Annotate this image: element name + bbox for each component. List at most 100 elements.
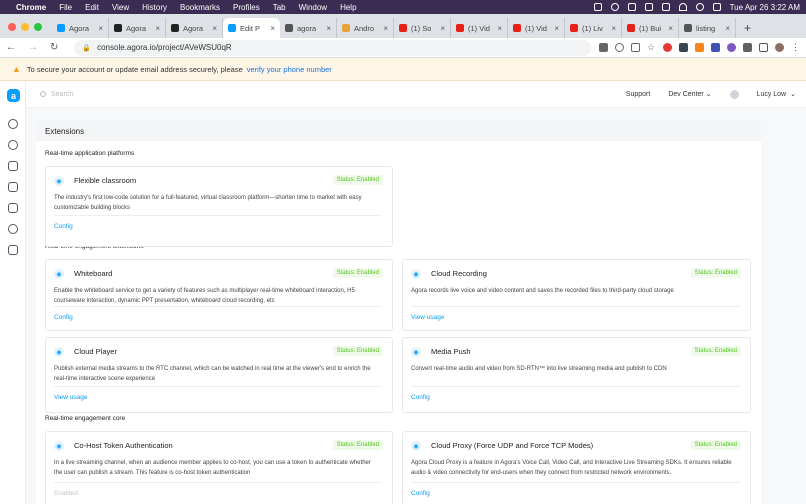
extension-card: ◉ Cloud Recording Status: Enabled Agora rec… (402, 259, 751, 331)
chrome-menu-icon[interactable]: ⋮ (791, 43, 800, 52)
card-action-link[interactable]: Config (411, 394, 430, 401)
lock-icon[interactable]: 🔒 (82, 44, 91, 52)
projects-icon[interactable] (8, 161, 18, 171)
card-divider (411, 386, 740, 387)
tab-close-icon[interactable]: × (554, 24, 559, 33)
card-description: In a live streaming channel, when an aud… (54, 460, 371, 476)
marketplace-icon[interactable] (8, 245, 18, 255)
flag-icon[interactable] (627, 3, 636, 11)
menu-history[interactable]: History (142, 3, 167, 12)
forward-icon[interactable]: → (28, 42, 38, 53)
support-link[interactable]: Support (626, 91, 651, 98)
tab-close-icon[interactable]: × (725, 24, 730, 33)
wifi-icon[interactable] (678, 3, 687, 11)
menu-edit[interactable]: Edit (85, 3, 99, 12)
left-sidebar: a (0, 81, 26, 504)
dashboard-icon[interactable] (8, 119, 18, 129)
menu-app-name[interactable]: Chrome (16, 3, 46, 12)
tab-label: Agora (69, 23, 90, 33)
new-tab-button[interactable]: + (744, 18, 751, 38)
maximize-window-icon[interactable] (34, 23, 42, 31)
record-icon[interactable] (610, 3, 619, 11)
menu-tab[interactable]: Tab (273, 3, 286, 12)
browser-tab[interactable]: listing × (679, 18, 736, 38)
metamask-icon[interactable] (695, 43, 704, 52)
address-bar[interactable]: 🔒 console.agora.io/project/AVeWSU0qR (74, 39, 591, 56)
usage-chart-icon[interactable] (8, 182, 18, 192)
card-title: Cloud Recording (431, 269, 487, 278)
tab-close-icon[interactable]: × (270, 24, 275, 33)
tab-close-icon[interactable]: × (383, 24, 388, 33)
tab-close-icon[interactable]: × (440, 24, 445, 33)
extension-v-icon[interactable] (711, 43, 720, 52)
extension-dark-icon[interactable] (679, 43, 688, 52)
card-description: Enable the whiteboard service to get a v… (54, 288, 355, 304)
volume-icon[interactable] (644, 3, 653, 11)
tab-favicon-icon (57, 24, 65, 32)
close-window-icon[interactable] (8, 23, 16, 31)
card-action-link[interactable]: Config (54, 223, 73, 230)
extension-purple-icon[interactable] (727, 43, 736, 52)
bookmark-star-icon[interactable]: ☆ (647, 43, 656, 52)
tab-close-icon[interactable]: × (212, 24, 217, 33)
chevron-down-icon: ⌄ (705, 91, 712, 98)
browser-tab[interactable]: (1) Vid × (508, 18, 565, 38)
extension-red-icon[interactable] (663, 43, 672, 52)
card-action-link[interactable]: Config (54, 314, 73, 321)
share-icon[interactable] (631, 43, 640, 52)
puzzle-icon[interactable] (743, 43, 752, 52)
menu-profiles[interactable]: Profiles (233, 3, 260, 12)
search-box[interactable]: Search (40, 91, 73, 98)
browser-tab[interactable]: Andro × (337, 18, 394, 38)
menu-view[interactable]: View (112, 3, 129, 12)
extensions-icon[interactable] (8, 224, 18, 234)
search-input[interactable]: Search (51, 91, 73, 98)
status-icon[interactable] (593, 3, 602, 11)
tab-close-icon[interactable]: × (326, 24, 331, 33)
browser-tab[interactable]: Agora × (166, 18, 223, 38)
card-title: Cloud Player (74, 347, 117, 356)
spotlight-icon[interactable] (695, 3, 704, 11)
browser-tab[interactable]: Agora × (109, 18, 166, 38)
card-description: The industry's first low-code solution f… (54, 195, 362, 211)
camera-icon[interactable] (599, 43, 608, 52)
settings-icon[interactable] (8, 140, 18, 150)
tab-close-icon[interactable]: × (497, 24, 502, 33)
verify-phone-link[interactable]: verify your phone number (247, 65, 332, 74)
menu-help[interactable]: Help (340, 3, 356, 12)
browser-tab[interactable]: (1) So × (394, 18, 451, 38)
dev-center-menu[interactable]: Dev Center ⌄ (668, 90, 711, 98)
user-menu[interactable]: Lucy Low ⌄ (729, 89, 806, 99)
sidebar-icon[interactable] (759, 43, 768, 52)
status-badge: Status: Enabled (332, 268, 383, 278)
browser-tab[interactable]: Edit P × (223, 18, 280, 38)
tab-close-icon[interactable]: × (98, 24, 103, 33)
browser-tab[interactable]: Agora × (52, 18, 109, 38)
menu-window[interactable]: Window (299, 3, 327, 12)
billing-icon[interactable] (8, 203, 18, 213)
browser-tab[interactable]: (1) Bui × (622, 18, 679, 38)
menu-file[interactable]: File (59, 3, 72, 12)
profile-avatar[interactable] (775, 43, 784, 52)
menubar-clock[interactable]: Tue Apr 26 3:22 AM (730, 3, 800, 12)
card-divider (411, 482, 740, 483)
reload-icon[interactable]: ↻ (50, 42, 58, 53)
browser-tab[interactable]: (1) Vid × (451, 18, 508, 38)
card-action-link[interactable]: Config (411, 490, 430, 497)
card-action-link[interactable]: View usage (54, 394, 88, 401)
tab-close-icon[interactable]: × (611, 24, 616, 33)
browser-tab[interactable]: (1) Liv × (565, 18, 622, 38)
tab-label: (1) So (411, 23, 432, 33)
control-center-icon[interactable] (712, 3, 721, 11)
tab-close-icon[interactable]: × (668, 24, 673, 33)
card-action-link[interactable]: View usage (411, 314, 445, 321)
zoom-icon[interactable] (615, 43, 624, 52)
browser-tab[interactable]: agora × (280, 18, 337, 38)
agora-logo[interactable]: a (7, 89, 20, 102)
minimize-window-icon[interactable] (21, 23, 29, 31)
menu-bookmarks[interactable]: Bookmarks (180, 3, 220, 12)
battery-icon[interactable] (661, 3, 670, 11)
status-badge: Status: Enabled (690, 440, 741, 450)
tab-close-icon[interactable]: × (155, 24, 160, 33)
back-icon[interactable]: ← (6, 42, 16, 53)
